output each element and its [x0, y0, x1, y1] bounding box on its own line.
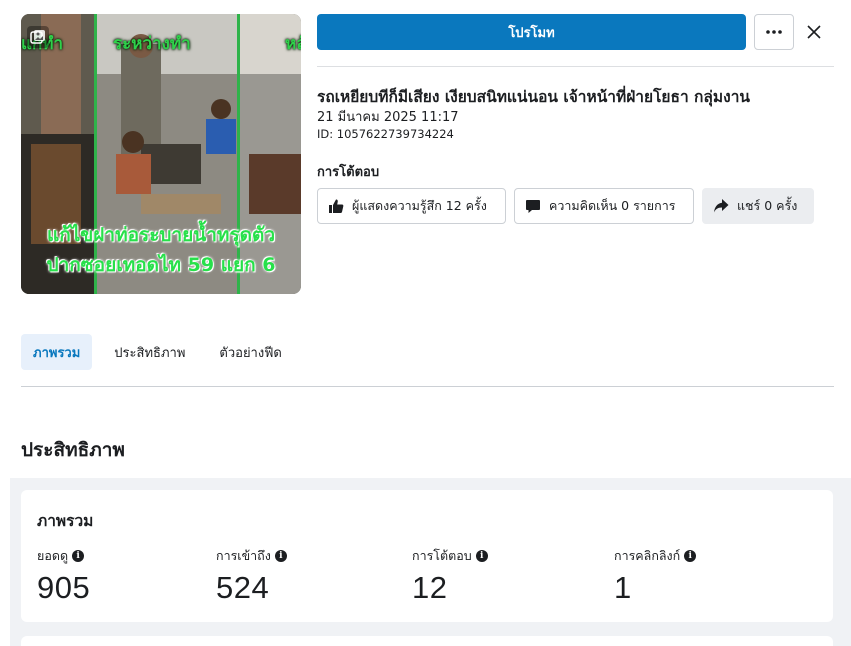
metric-link-clicks: การคลิกลิงก์ i 1 — [614, 546, 697, 606]
comment-icon — [526, 200, 540, 213]
close-button[interactable] — [800, 14, 828, 50]
info-icon[interactable]: i — [684, 550, 697, 562]
more-options-button[interactable] — [754, 14, 794, 50]
comments-label: ความคิดเห็น 0 รายการ — [549, 198, 676, 213]
metric-engagement: การโต้ตอบ i 12 — [412, 546, 488, 606]
metric-reach: การเข้าถึง i 524 — [216, 546, 287, 606]
next-card — [21, 636, 833, 646]
performance-section-title: ประสิทธิภาพ — [21, 439, 125, 461]
metric-views-label: ยอดดู — [37, 548, 69, 563]
tabs-divider — [21, 386, 834, 387]
thumbnail-caption-line2: ปากซอยเทอดไท 59 แยก 6 — [46, 254, 276, 276]
info-icon[interactable]: i — [475, 550, 488, 562]
share-icon — [714, 199, 729, 213]
shares-button[interactable]: แชร์ 0 ครั้ง — [702, 188, 814, 224]
header-divider — [317, 66, 834, 67]
tab-feed-preview[interactable]: ตัวอย่างฟีด — [207, 334, 293, 370]
thumbs-up-icon — [329, 199, 344, 213]
metric-reach-label: การเข้าถึง — [216, 548, 271, 563]
post-id: ID: 1057622739734224 — [317, 127, 454, 141]
promote-button[interactable]: โปรโมท — [317, 14, 746, 50]
close-icon — [807, 25, 821, 39]
post-thumbnail[interactable]: แก้ทำ ระหว่างทำ หลั แก้ไขฝาท่อระบายน้ำทร… — [21, 14, 301, 294]
metric-reach-value: 524 — [216, 570, 270, 605]
tab-performance[interactable]: ประสิทธิภาพ — [102, 334, 197, 370]
post-date: 21 มีนาคม 2025 11:17 — [317, 110, 459, 125]
more-horizontal-icon — [766, 30, 782, 34]
overview-card-title: ภาพรวม — [37, 512, 94, 530]
tab-overview[interactable]: ภาพรวม — [21, 334, 93, 370]
thumbnail-label-after: หลั — [285, 34, 301, 54]
shares-label: แชร์ 0 ครั้ง — [737, 198, 798, 213]
metric-link-clicks-value: 1 — [614, 570, 632, 605]
overview-card: ภาพรวม ยอดดู i 905 การเข้าถึง i 524 การโ… — [21, 490, 833, 622]
info-icon[interactable]: i — [274, 550, 287, 562]
thumbnail-caption-line1: แก้ไขฝาท่อระบายน้ำทรุดตัว — [46, 224, 276, 246]
tab-bar: ภาพรวม ประสิทธิภาพ ตัวอย่างฟีด — [21, 334, 304, 370]
reactions-label: ผู้แสดงความรู้สึก 12 ครั้ง — [352, 198, 487, 213]
thumbnail-label-during: ระหว่างทำ — [113, 34, 191, 54]
photo-gallery-icon — [27, 26, 49, 48]
info-icon[interactable]: i — [72, 550, 85, 562]
engagement-label: การโต้ตอบ — [317, 165, 380, 180]
reactions-button[interactable]: ผู้แสดงความรู้สึก 12 ครั้ง — [317, 188, 506, 224]
metric-engagement-label: การโต้ตอบ — [412, 548, 472, 563]
metric-engagement-value: 12 — [412, 570, 448, 605]
metric-link-clicks-label: การคลิกลิงก์ — [614, 548, 681, 563]
metric-views: ยอดดู i 905 — [37, 546, 90, 606]
metric-views-value: 905 — [37, 570, 91, 605]
comments-button[interactable]: ความคิดเห็น 0 รายการ — [514, 188, 694, 224]
